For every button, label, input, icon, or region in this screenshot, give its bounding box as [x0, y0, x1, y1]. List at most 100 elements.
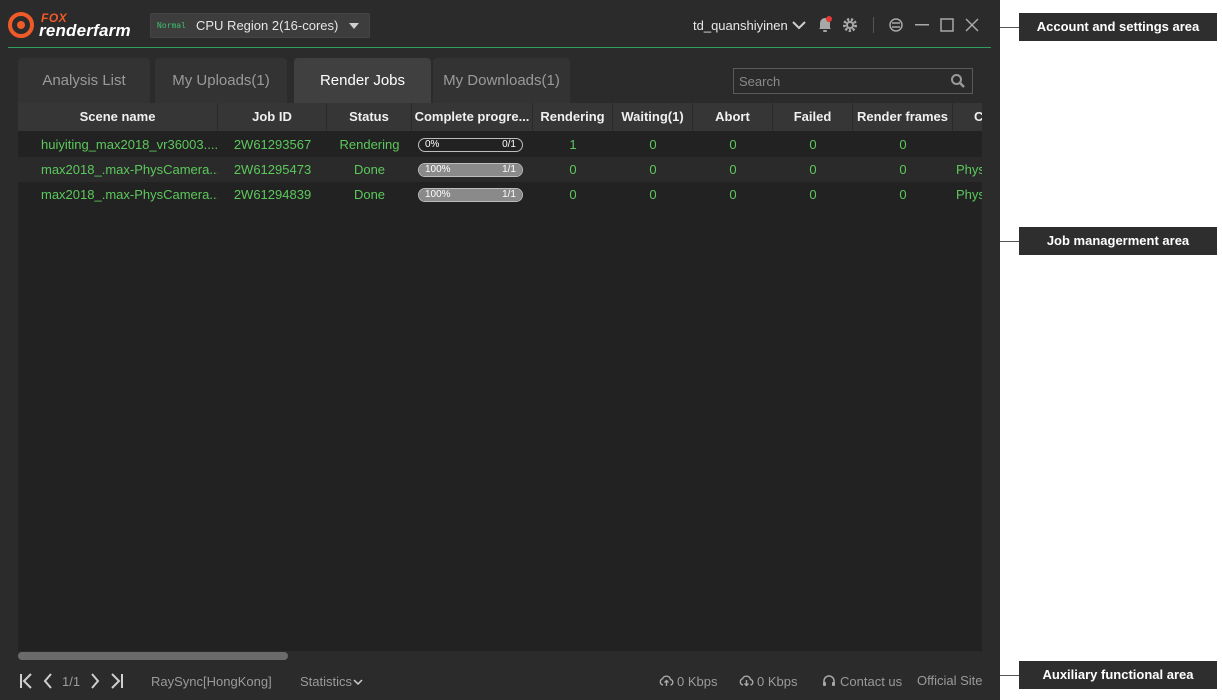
- table-header: Scene name Job ID Status Complete progre…: [18, 103, 982, 131]
- cell-render-frames: 0: [899, 162, 907, 177]
- cell-camera: Phys: [956, 187, 982, 202]
- cell-scene-name: max2018_.max-PhysCamera...: [41, 187, 218, 202]
- notification-bell-icon[interactable]: [817, 16, 833, 33]
- table-row[interactable]: max2018_.max-PhysCamera... 2W61295473 Do…: [18, 157, 982, 182]
- cell-camera: [953, 132, 982, 157]
- chevron-down-icon[interactable]: [792, 20, 806, 30]
- cell-render-frames: 0: [899, 187, 907, 202]
- search-input[interactable]: [733, 68, 973, 94]
- cell-progress: 100% 1/1: [412, 182, 533, 207]
- cell-status: Done: [353, 162, 386, 177]
- progress-percent: 100%: [425, 189, 451, 200]
- logo-text-renderfarm: renderfarm: [39, 21, 131, 40]
- cell-abort: 0: [729, 187, 737, 202]
- region-tier-badge: Normal: [157, 21, 186, 30]
- col-header-render-frames[interactable]: Render frames: [853, 103, 953, 131]
- col-header-status[interactable]: Status: [327, 103, 412, 131]
- progress-percent: 100%: [425, 164, 451, 175]
- progress-percent: 0%: [425, 139, 440, 150]
- progress-bar: 100% 1/1: [418, 163, 523, 177]
- cell-failed: 0: [809, 137, 817, 152]
- cell-failed: 0: [809, 162, 817, 177]
- cell-status: Done: [353, 187, 386, 202]
- tab-render-jobs[interactable]: Render Jobs: [294, 58, 431, 103]
- official-site-link[interactable]: Official Site: [917, 673, 983, 688]
- cell-scene-name: max2018_.max-PhysCamera...: [41, 162, 218, 177]
- upload-speed: 0 Kbps: [677, 674, 718, 689]
- notification-dot: [826, 16, 832, 22]
- table-row[interactable]: max2018_.max-PhysCamera... 2W61294839 Do…: [18, 182, 982, 207]
- col-header-failed[interactable]: Failed: [773, 103, 853, 131]
- col-header-camera[interactable]: C: [953, 103, 982, 131]
- cell-job-id: 2W61293567: [233, 137, 312, 152]
- cell-abort: 0: [729, 137, 737, 152]
- jobs-table: Scene name Job ID Status Complete progre…: [18, 103, 982, 651]
- cell-rendering: 1: [569, 137, 577, 152]
- progress-bar: 0% 0/1: [418, 138, 523, 152]
- callout-auxiliary: Auxiliary functional area: [1019, 661, 1217, 689]
- col-header-progress[interactable]: Complete progre...: [412, 103, 533, 131]
- close-icon[interactable]: [965, 18, 979, 32]
- horizontal-scrollbar-thumb[interactable]: [18, 652, 288, 660]
- tab-my-uploads[interactable]: My Uploads(1): [155, 58, 287, 103]
- cell-rendering: 0: [569, 162, 577, 177]
- col-header-waiting[interactable]: Waiting(1): [613, 103, 693, 131]
- region-selector[interactable]: Normal CPU Region 2(16-cores): [150, 13, 370, 38]
- dropdown-arrow-icon: [349, 23, 359, 29]
- col-header-scene-name[interactable]: Scene name: [18, 103, 218, 131]
- next-page-icon[interactable]: [90, 673, 100, 689]
- callout-job-management: Job managerment area: [1019, 227, 1217, 255]
- account-name[interactable]: td_quanshiyinen: [693, 18, 788, 33]
- first-page-icon[interactable]: [19, 673, 33, 689]
- tab-analysis-list[interactable]: Analysis List: [18, 58, 150, 103]
- chevron-down-icon[interactable]: [353, 679, 363, 686]
- contact-us-link[interactable]: Contact us: [840, 674, 902, 689]
- col-header-abort[interactable]: Abort: [693, 103, 773, 131]
- cell-abort: 0: [729, 162, 737, 177]
- cell-status: Rendering: [339, 137, 400, 152]
- callout-connector: [1000, 27, 1020, 28]
- cell-job-id: 2W61295473: [233, 162, 312, 177]
- cell-camera: Phys: [956, 162, 982, 177]
- headset-support-icon[interactable]: [822, 674, 836, 688]
- upload-cloud-icon: [659, 675, 674, 686]
- footer-bar: 1/1 RaySync[HongKong] Statistics 0 Kbps …: [0, 663, 1000, 700]
- cell-scene-name: huiyiting_max2018_vr36003....: [41, 137, 218, 152]
- last-page-icon[interactable]: [110, 673, 124, 689]
- cell-waiting: 0: [649, 162, 657, 177]
- cell-progress: 0% 0/1: [412, 132, 533, 157]
- minimize-icon[interactable]: [915, 24, 929, 26]
- download-speed: 0 Kbps: [757, 674, 798, 689]
- progress-frames: 1/1: [502, 164, 516, 175]
- cell-rendering: 0: [569, 187, 577, 202]
- transfer-line-selector[interactable]: RaySync[HongKong]: [151, 674, 272, 689]
- callout-connector: [1000, 675, 1020, 676]
- app-window: FOX renderfarm Normal CPU Region 2(16-co…: [0, 0, 1000, 700]
- search-icon[interactable]: [950, 73, 966, 89]
- cell-waiting: 0: [649, 187, 657, 202]
- cell-job-id: 2W61294839: [233, 187, 312, 202]
- titlebar-separator: [8, 47, 991, 48]
- previous-page-icon[interactable]: [43, 673, 53, 689]
- page-indicator: 1/1: [62, 674, 81, 689]
- progress-frames: 1/1: [502, 189, 516, 200]
- maximize-icon[interactable]: [940, 18, 954, 32]
- download-cloud-icon: [739, 675, 754, 687]
- settings-gear-icon[interactable]: [842, 17, 858, 33]
- col-header-job-id[interactable]: Job ID: [218, 103, 327, 131]
- region-label: CPU Region 2(16-cores): [196, 18, 339, 33]
- progress-bar: 100% 1/1: [418, 188, 523, 202]
- cell-failed: 0: [809, 187, 817, 202]
- cell-render-frames: 0: [899, 137, 907, 152]
- title-bar: FOX renderfarm Normal CPU Region 2(16-co…: [0, 0, 1000, 48]
- fox-logo-icon: [8, 12, 34, 38]
- tab-my-downloads[interactable]: My Downloads(1): [433, 58, 570, 103]
- table-row[interactable]: huiyiting_max2018_vr36003.... 2W61293567…: [18, 132, 982, 157]
- progress-frames: 0/1: [502, 139, 516, 150]
- cell-waiting: 0: [649, 137, 657, 152]
- statistics-menu[interactable]: Statistics: [300, 674, 352, 689]
- skin-switch-icon[interactable]: [889, 18, 903, 32]
- callout-account-settings: Account and settings area: [1019, 13, 1217, 41]
- col-header-rendering[interactable]: Rendering: [533, 103, 613, 131]
- callout-connector: [1000, 241, 1020, 242]
